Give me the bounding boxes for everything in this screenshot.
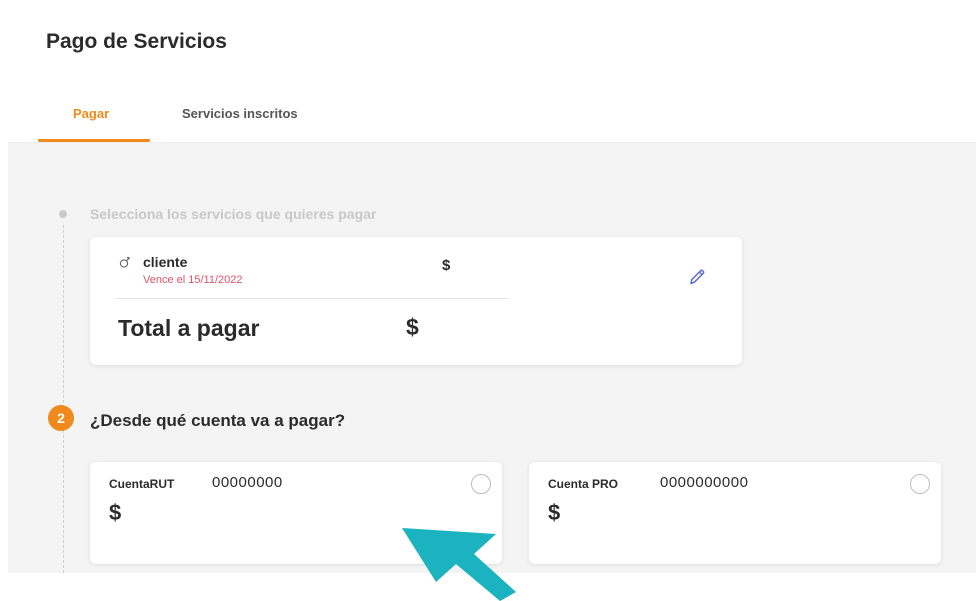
service-name: cliente	[143, 254, 188, 270]
account-radio-cuenta-pro[interactable]	[910, 474, 930, 494]
page-title: Pago de Servicios	[46, 30, 227, 53]
account-number: 00000000	[212, 474, 283, 491]
step-2-badge: 2	[48, 405, 74, 431]
account-balance: $	[109, 500, 122, 525]
account-number: 0000000000	[660, 474, 749, 491]
tab-pagar[interactable]: Pagar	[73, 106, 109, 121]
step-1-dot	[57, 208, 69, 220]
account-balance: $	[548, 500, 561, 525]
service-due-date: Vence el 15/11/2022	[143, 274, 243, 286]
pointer-arrow-icon	[402, 528, 516, 601]
account-radio-cuentarut[interactable]	[471, 474, 491, 494]
selected-services-card	[90, 237, 742, 365]
total-label: Total a pagar	[118, 315, 260, 341]
active-tab-indicator	[38, 139, 150, 142]
page-header: Pago de Servicios	[8, 0, 976, 143]
account-name: CuentaRUT	[109, 477, 175, 491]
service-amount: $	[442, 257, 451, 274]
card-divider	[116, 298, 508, 299]
total-amount: $	[406, 314, 419, 340]
step-2-label: ¿Desde qué cuenta va a pagar?	[90, 411, 346, 430]
timeline-line	[63, 225, 64, 573]
person-icon	[119, 257, 130, 268]
step-1-label: Selecciona los servicios que quieres pag…	[90, 206, 377, 222]
account-name: Cuenta PRO	[548, 477, 619, 491]
tab-servicios-inscritos[interactable]: Servicios inscritos	[182, 106, 298, 121]
pencil-icon[interactable]	[686, 266, 708, 288]
